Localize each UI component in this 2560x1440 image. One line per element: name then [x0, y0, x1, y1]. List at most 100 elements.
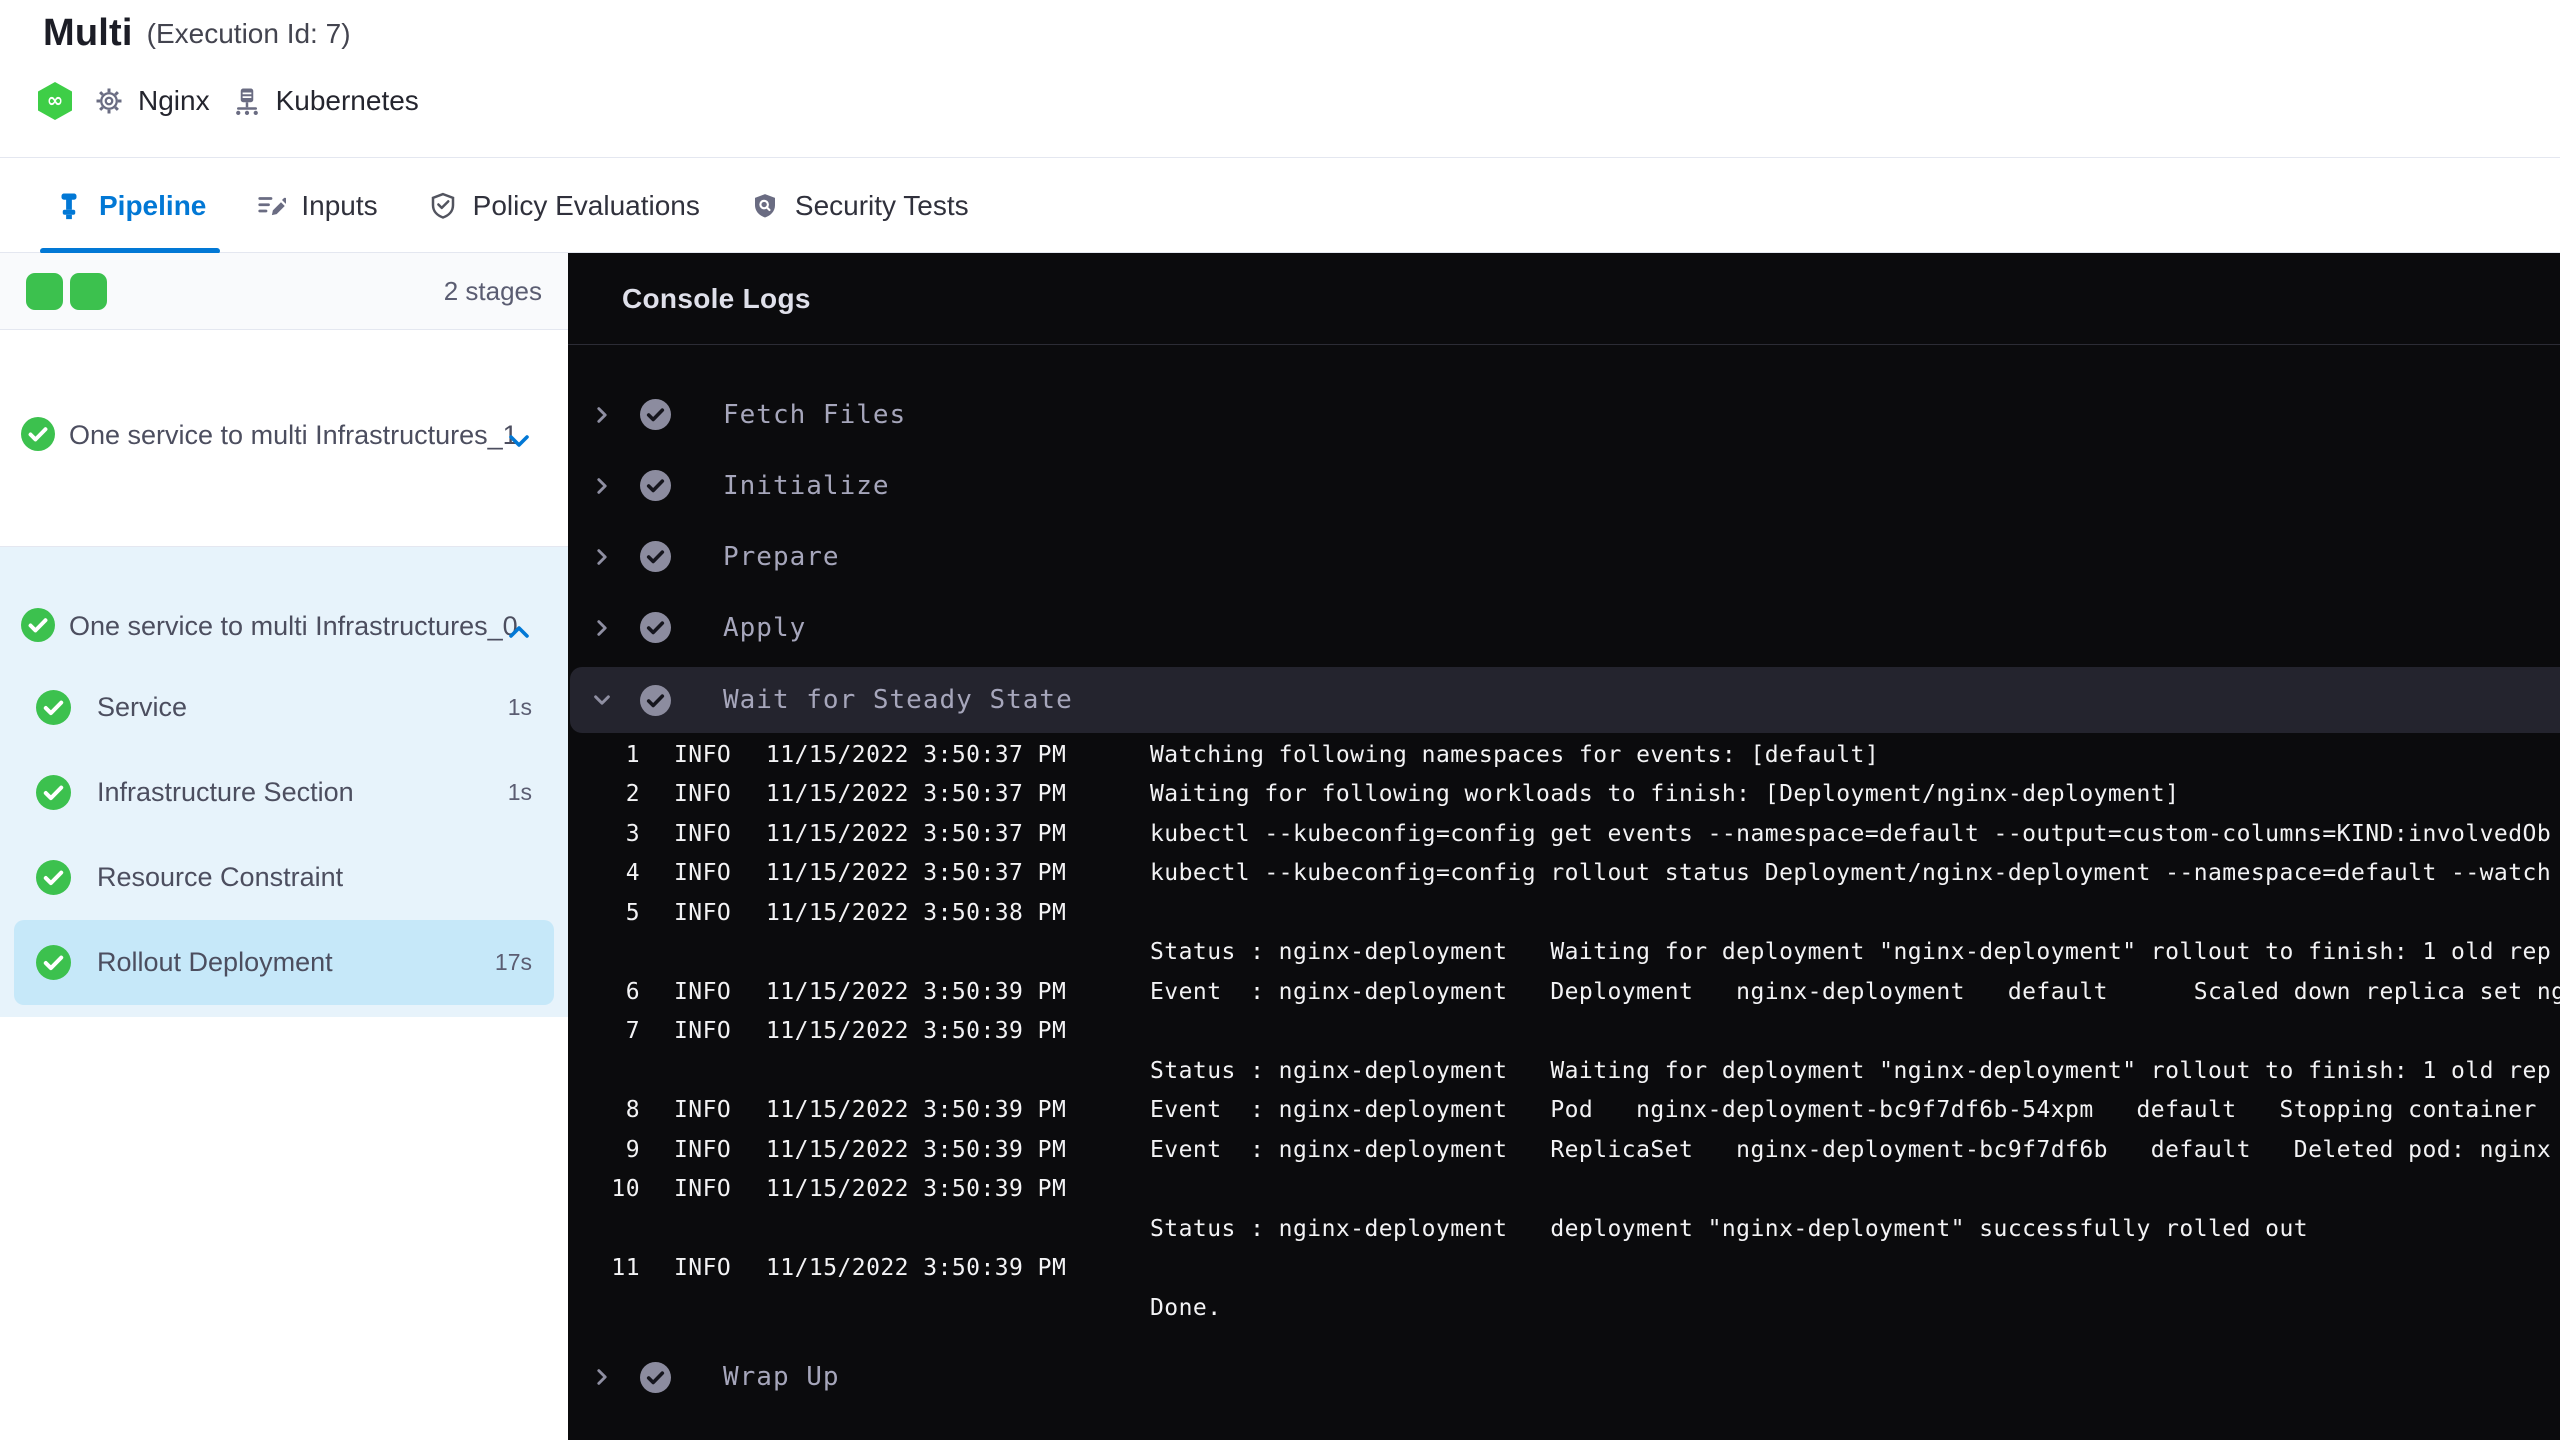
log-row: 10 INFO 11/15/2022 3:50:39 PM [568, 1170, 2560, 1210]
chevron-right-icon[interactable] [590, 616, 614, 640]
step-item-resource-constraint[interactable]: Resource Constraint [14, 835, 554, 920]
console-step-initialize[interactable]: Initialize [568, 450, 2560, 521]
log-message: Event : nginx-deployment ReplicaSet ngin… [1150, 1136, 2552, 1163]
tab-security-tests[interactable]: Security Tests [736, 159, 983, 253]
log-timestamp: 11/15/2022 3:50:37 PM [766, 741, 1067, 768]
log-line-number: 11 [611, 1255, 640, 1282]
console-step-name: Initialize [723, 470, 890, 501]
tab-policy-evaluations[interactable]: Policy Evaluations [414, 159, 714, 253]
console-step-prepare[interactable]: Prepare [568, 521, 2560, 592]
log-level: INFO [674, 978, 732, 1005]
tab-inputs[interactable]: Inputs [242, 159, 391, 253]
console-step-fetch-files[interactable]: Fetch Files [568, 379, 2560, 450]
console-step-wait-for-steady-state[interactable]: Wait for Steady State [570, 667, 2560, 733]
execution-id-label: (Execution Id: 7) [146, 17, 351, 49]
page-header: Multi (Execution Id: 7) ∞ Nginx Kubernet… [0, 0, 2560, 158]
log-line-number: 7 [625, 1018, 640, 1045]
log-line-number: 6 [625, 978, 640, 1005]
tab-bar: Pipeline Inputs Policy Evaluations Security… [0, 159, 2560, 254]
harness-cd-icon: ∞ [38, 82, 72, 120]
log-row: 1 INFO 11/15/2022 3:50:37 PM Watching follo… [568, 735, 2560, 775]
console-logs-header: Console Logs [568, 253, 2560, 345]
success-check-icon [640, 612, 671, 643]
success-check-icon [21, 417, 55, 451]
console-step-name: Prepare [723, 541, 840, 572]
console-step-apply[interactable]: Apply [568, 592, 2560, 663]
stage-status-squares [26, 272, 107, 310]
stage-status-square[interactable] [70, 272, 107, 310]
log-line-number: 4 [625, 860, 640, 887]
chevron-right-icon[interactable] [590, 474, 614, 498]
log-level: INFO [674, 1018, 732, 1045]
tab-label: Security Tests [794, 189, 969, 221]
chevron-right-icon[interactable] [590, 545, 614, 569]
chevron-up-icon[interactable] [504, 617, 534, 647]
log-timestamp: 11/15/2022 3:50:38 PM [766, 899, 1067, 926]
tab-pipeline[interactable]: Pipeline [40, 159, 221, 254]
chevron-right-icon[interactable] [590, 1365, 614, 1389]
success-check-icon [640, 399, 671, 430]
step-item-service[interactable]: Service 1s [14, 665, 554, 750]
success-check-icon [36, 945, 71, 980]
success-check-icon [640, 470, 671, 501]
log-row: Status : nginx-deployment Waiting for de… [568, 933, 2560, 973]
log-level: INFO [674, 1097, 732, 1124]
log-row: 2 INFO 11/15/2022 3:50:37 PM Waiting for fo… [568, 775, 2560, 815]
console-step-name: Wait for Steady State [723, 685, 1073, 715]
log-row: 6 INFO 11/15/2022 3:50:39 PM Event : nginx-… [568, 972, 2560, 1012]
chevron-down-icon[interactable] [504, 426, 534, 456]
inputs-icon [258, 196, 287, 215]
step-duration: 1s [507, 694, 532, 720]
log-row: 5 INFO 11/15/2022 3:50:38 PM [568, 893, 2560, 933]
log-level: INFO [674, 1136, 732, 1163]
log-row: 9 INFO 11/15/2022 3:50:39 PM Event : nginx-… [568, 1130, 2560, 1170]
chevron-right-icon[interactable] [590, 403, 614, 427]
pipeline-execution-page: Multi (Execution Id: 7) ∞ Nginx Kubernet… [0, 0, 2560, 1440]
stage-item-one-service-to-multi-infrastructures-1[interactable]: One service to multi Infrastructures_1 [0, 330, 568, 547]
console-step-name: Wrap Up [723, 1362, 840, 1392]
infrastructure-meta[interactable]: Kubernetes [232, 85, 419, 117]
pipeline-icon [61, 193, 77, 219]
console-step-list: Fetch Files Initialize Prepare Apply Wait fo… [568, 345, 2560, 1413]
log-level: INFO [674, 899, 732, 926]
stage-status-square[interactable] [26, 272, 63, 310]
log-level: INFO [674, 741, 732, 768]
success-check-icon [36, 860, 71, 895]
service-name: Nginx [138, 85, 210, 116]
console-step-name: Apply [723, 612, 807, 643]
stage-step-list: Service 1s Infrastructure Section 1s Resourc… [0, 651, 568, 1005]
console-log-block: 1 INFO 11/15/2022 3:50:37 PM Watching follo… [568, 733, 2560, 1328]
stage-group-one-service-to-multi-infrastructures-0: One service to multi Infrastructures_0 Se… [0, 547, 568, 1017]
log-timestamp: 11/15/2022 3:50:39 PM [766, 1136, 1067, 1163]
log-message: Event : nginx-deployment Pod nginx-deplo… [1150, 1097, 2552, 1124]
svg-text:∞: ∞ [47, 88, 64, 112]
page-title: Multi [43, 12, 133, 54]
log-level: INFO [674, 1255, 732, 1282]
log-row: 7 INFO 11/15/2022 3:50:39 PM [568, 1012, 2560, 1052]
log-line-number: 8 [625, 1097, 640, 1124]
execution-meta-row: ∞ Nginx Kubernetes [38, 82, 419, 120]
stage-item-one-service-to-multi-infrastructures-0[interactable]: One service to multi Infrastructures_0 [0, 547, 568, 651]
log-timestamp: 11/15/2022 3:50:37 PM [766, 860, 1067, 887]
log-message: Status : nginx-deployment Waiting for de… [1150, 1057, 2552, 1084]
step-name: Rollout Deployment [97, 947, 333, 977]
step-name: Infrastructure Section [97, 777, 354, 807]
log-message: kubectl --kubeconfig=config get events -… [1150, 820, 2552, 847]
log-message: Done. [1150, 1294, 1222, 1321]
step-item-infrastructure-section[interactable]: Infrastructure Section 1s [14, 750, 554, 835]
service-meta[interactable]: Nginx [94, 85, 210, 117]
console-step-name: Fetch Files [723, 399, 907, 430]
chevron-down-icon[interactable] [590, 688, 614, 712]
success-check-icon [36, 775, 71, 810]
log-message: kubectl --kubeconfig=config rollout stat… [1150, 860, 2552, 887]
console-step-wrap-up[interactable]: Wrap Up [568, 1342, 2560, 1413]
log-row: 4 INFO 11/15/2022 3:50:37 PM kubectl --kube… [568, 854, 2560, 894]
success-check-icon [640, 541, 671, 572]
step-item-rollout-deployment[interactable]: Rollout Deployment 17s [14, 920, 554, 1005]
success-check-icon [36, 690, 71, 725]
log-row: Done. [568, 1288, 2560, 1328]
gear-icon [96, 88, 122, 114]
log-timestamp: 11/15/2022 3:50:37 PM [766, 781, 1067, 808]
success-check-icon [21, 608, 55, 642]
success-check-icon [640, 684, 671, 716]
